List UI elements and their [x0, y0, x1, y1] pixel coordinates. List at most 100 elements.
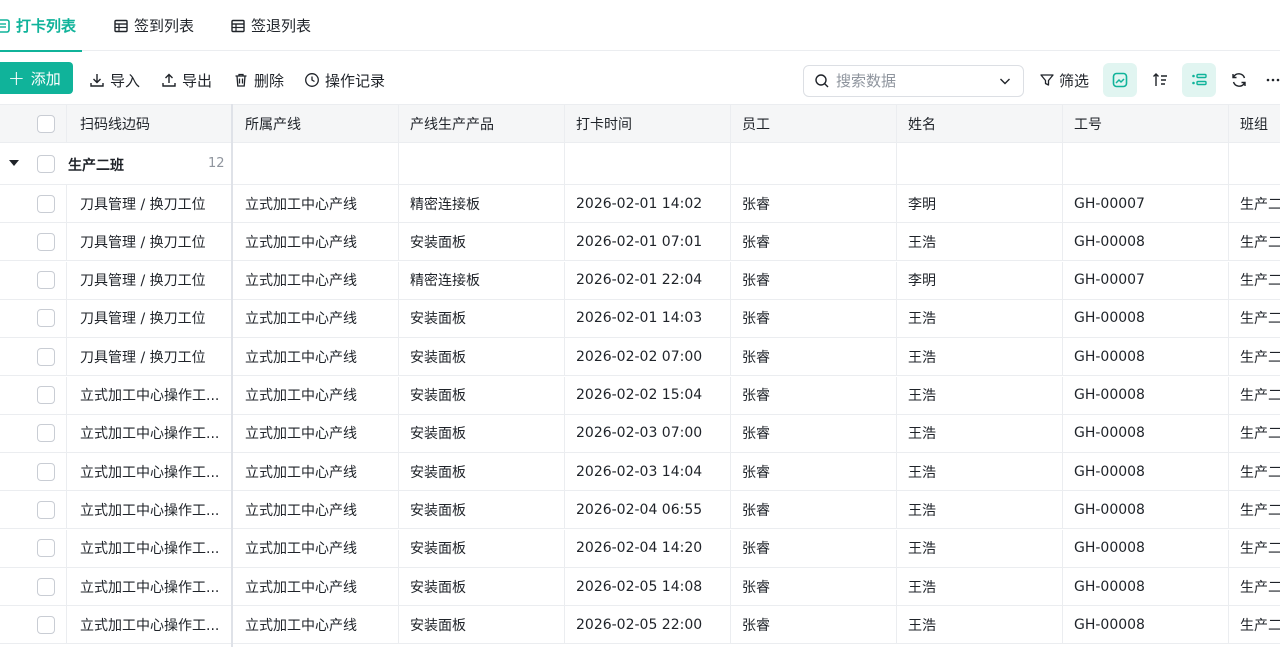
operation-log-button[interactable]: 操作记录 — [304, 69, 385, 91]
header-cell[interactable]: 班组 — [1229, 105, 1280, 142]
refresh-button[interactable] — [1222, 63, 1256, 97]
sort-button[interactable] — [1143, 63, 1177, 97]
header-cell[interactable]: 姓名 — [897, 105, 1063, 142]
row-checkbox[interactable] — [37, 194, 55, 213]
employee-cell: 张睿 — [731, 414, 897, 452]
import-button[interactable]: 导入 — [89, 69, 140, 91]
scan-code-cell: 立式加工中心操作工... — [67, 453, 232, 491]
header-cell[interactable]: 产线生产产品 — [399, 105, 565, 142]
export-label: 导出 — [182, 71, 213, 90]
row-select-cell — [0, 606, 67, 644]
tab-signin-list[interactable]: 签到列表 — [114, 0, 194, 51]
table-row[interactable]: 立式加工中心操作工... 立式加工中心产线 安装面板 2026-02-04 06:55… — [0, 491, 1280, 530]
row-checkbox[interactable] — [37, 615, 55, 634]
row-checkbox[interactable] — [37, 309, 55, 328]
row-select-cell — [0, 568, 67, 605]
checkin-time-cell: 2026-02-03 14:04 — [565, 453, 731, 491]
team-cell: 生产二 — [1240, 388, 1280, 404]
export-button[interactable]: 导出 — [161, 69, 212, 91]
table-row[interactable]: 立式加工中心操作工... 立式加工中心产线 安装面板 2026-02-04 14:20… — [0, 529, 1280, 568]
employee-cell: 张睿 — [731, 529, 897, 567]
table-row[interactable]: 刀具管理 / 换刀工位 立式加工中心产线 精密连接板 2026-02-01 14:02… — [0, 185, 1280, 223]
delete-button[interactable]: 删除 — [233, 69, 284, 91]
group-checkbox[interactable] — [37, 155, 55, 173]
group-empty-cell — [565, 143, 731, 184]
clock-icon — [305, 73, 319, 87]
row-checkbox[interactable] — [37, 462, 55, 481]
caret-down-icon[interactable] — [9, 160, 19, 166]
scan-code-cell: 立式加工中心操作工... — [67, 491, 232, 529]
more-button[interactable] — [1262, 63, 1280, 97]
scan-code-cell: 刀具管理 / 换刀工位 — [67, 338, 232, 376]
tab-signout-list[interactable]: 签退列表 — [231, 0, 311, 51]
employee-id-cell: GH-00008 — [1063, 453, 1229, 491]
row-checkbox[interactable] — [37, 232, 55, 251]
table-row[interactable]: 立式加工中心操作工... 立式加工中心产线 安装面板 2026-02-05 22:00… — [0, 606, 1280, 645]
row-checkbox[interactable] — [37, 424, 55, 443]
download-icon — [90, 74, 104, 87]
table-row[interactable]: 刀具管理 / 换刀工位 立式加工中心产线 安装面板 2026-02-01 14:03 张… — [0, 299, 1280, 338]
row-checkbox[interactable] — [37, 386, 55, 404]
team-cell: 生产二 — [1240, 541, 1280, 558]
filter-button[interactable]: 筛选 — [1039, 69, 1089, 91]
team-cell: 生产二 — [1240, 234, 1280, 251]
product-cell: 安装面板 — [399, 414, 565, 452]
checkin-time-cell: 2026-02-03 07:00 — [565, 414, 731, 452]
row-checkbox[interactable] — [37, 347, 55, 366]
search-icon — [815, 74, 829, 88]
table-row[interactable]: 立式加工中心操作工... 立式加工中心产线 安装面板 2026-02-02 15:04… — [0, 376, 1280, 415]
row-checkbox[interactable] — [37, 577, 55, 596]
row-select-cell — [0, 261, 67, 299]
production-line-cell: 立式加工中心产线 — [232, 529, 399, 567]
table-row[interactable]: 刀具管理 / 换刀工位 立式加工中心产线 安装面板 2026-02-02 07:00 张… — [0, 338, 1280, 377]
row-checkbox[interactable] — [37, 500, 55, 519]
header-cell[interactable]: 员工 — [731, 105, 897, 142]
more-icon — [1266, 78, 1280, 82]
table-row[interactable]: 刀具管理 / 换刀工位 立式加工中心产线 安装面板 2026-02-01 07:01 张… — [0, 223, 1280, 262]
header-cell[interactable]: 所属产线 — [232, 105, 399, 142]
row-select-cell — [0, 376, 67, 414]
team-cell: 生产二 — [1240, 579, 1280, 596]
checkin-time-cell: 2026-02-05 22:00 — [565, 606, 731, 644]
name-cell: 王浩 — [897, 453, 1063, 491]
employee-cell: 张睿 — [731, 299, 897, 337]
group-empty-cell — [399, 143, 565, 184]
plus-icon: + — [8, 66, 25, 90]
table-icon — [231, 19, 245, 32]
name-cell: 王浩 — [897, 414, 1063, 452]
card-view-button[interactable] — [1103, 63, 1137, 97]
add-label: 添加 — [30, 69, 61, 88]
team-cell: 生产二 — [1240, 311, 1280, 328]
employee-id-cell: GH-00008 — [1063, 606, 1229, 644]
table-row[interactable]: 刀具管理 / 换刀工位 立式加工中心产线 精密连接板 2026-02-01 22:04… — [0, 261, 1280, 300]
production-line-cell: 立式加工中心产线 — [232, 299, 399, 337]
checkin-time-cell: 2026-02-04 14:20 — [565, 529, 731, 567]
row-checkbox[interactable] — [37, 539, 55, 558]
table-row[interactable]: 立式加工中心操作工... 立式加工中心产线 安装面板 2026-02-03 07:00… — [0, 414, 1280, 453]
refresh-icon — [1232, 73, 1246, 87]
team-cell: 生产二 — [1240, 426, 1280, 443]
add-button[interactable]: + 添加 — [0, 62, 73, 94]
trash-icon — [235, 73, 247, 87]
name-cell: 李明 — [897, 261, 1063, 299]
table-row[interactable]: 立式加工中心操作工... 立式加工中心产线 安装面板 2026-02-05 14:08… — [0, 568, 1280, 606]
row-checkbox[interactable] — [37, 271, 55, 290]
table-row[interactable]: 立式加工中心操作工... 立式加工中心产线 安装面板 2026-02-03 14:04… — [0, 453, 1280, 492]
employee-id-cell: GH-00008 — [1063, 376, 1229, 414]
chevron-down-icon[interactable] — [997, 73, 1013, 89]
group-button[interactable] — [1182, 63, 1216, 97]
search-input[interactable] — [836, 72, 997, 90]
header-cell[interactable]: 工号 — [1063, 105, 1229, 142]
header-cell[interactable]: 打卡时间 — [565, 105, 731, 142]
tab-label: 签到列表 — [134, 17, 195, 35]
production-line-cell: 立式加工中心产线 — [232, 568, 399, 605]
checkin-time-cell: 2026-02-01 22:04 — [565, 261, 731, 299]
team-cell: 生产二 — [1240, 196, 1280, 213]
select-all-checkbox[interactable] — [37, 114, 55, 133]
product-cell: 安装面板 — [399, 453, 565, 491]
header-cell[interactable]: 扫码线边码 — [67, 105, 232, 142]
production-line-cell: 立式加工中心产线 — [232, 491, 399, 529]
tab-checkin-list[interactable]: 打卡列表 — [0, 0, 82, 52]
row-select-cell — [0, 453, 67, 491]
row-select-cell — [0, 491, 67, 529]
